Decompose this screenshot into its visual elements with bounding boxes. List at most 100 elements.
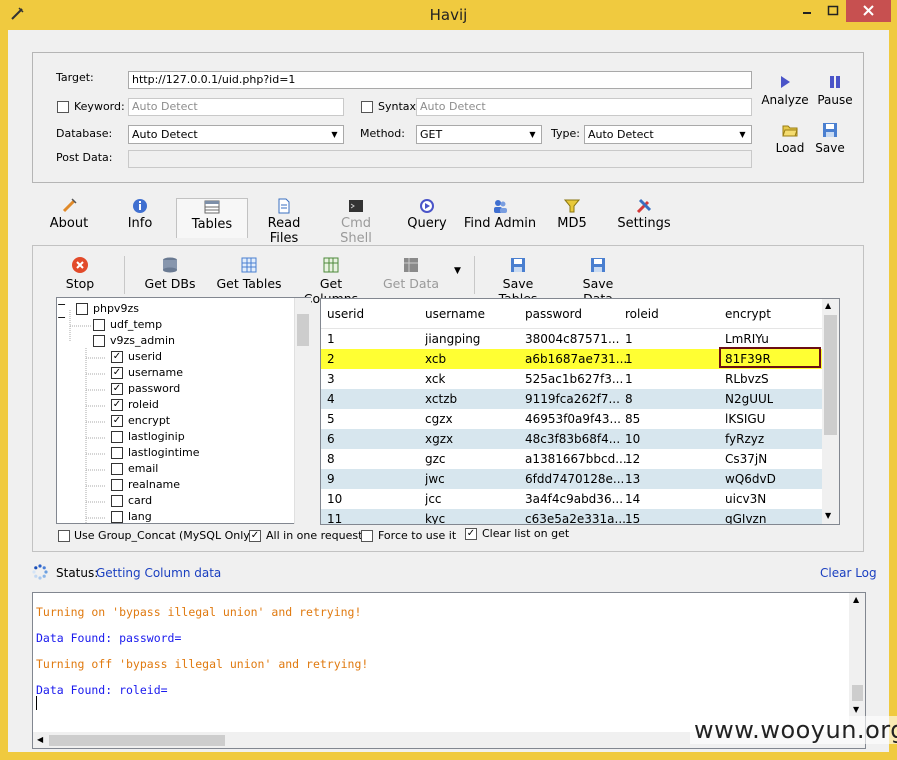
- database-select[interactable]: Auto Detect ▼: [128, 125, 344, 144]
- close-button[interactable]: [846, 0, 891, 22]
- table-cell[interactable]: a6b1687ae731...: [525, 352, 627, 366]
- table-cell[interactable]: 10: [625, 432, 640, 446]
- tab-tables[interactable]: Tables: [176, 198, 248, 238]
- table-cell[interactable]: 11: [327, 512, 342, 524]
- column-header[interactable]: userid: [327, 307, 364, 321]
- table-row[interactable]: 11 kyc c63e5a2e331a... 15 qGIvzn: [321, 509, 822, 524]
- tab-read-files[interactable]: Read Files: [252, 198, 316, 246]
- table-row[interactable]: 8 gzc a1381667bbcd... 12 Cs37jN: [321, 449, 822, 469]
- column-header[interactable]: username: [425, 307, 485, 321]
- table-cell[interactable]: 4: [327, 392, 335, 406]
- table-cell[interactable]: 12: [625, 452, 640, 466]
- column-header[interactable]: encrypt: [725, 307, 771, 321]
- column-checkbox[interactable]: ✓: [111, 367, 123, 379]
- table-cell[interactable]: uicv3N: [725, 492, 766, 506]
- table-row[interactable]: 4 xctzb 9119fca262f7... 8 N2gUUL: [321, 389, 822, 409]
- table-cell[interactable]: 3: [327, 372, 335, 386]
- table-cell[interactable]: 9: [327, 472, 335, 486]
- table-row[interactable]: 6 xgzx 48c3f83b68f4... 10 fyRzyz: [321, 429, 822, 449]
- table-cell[interactable]: Cs37jN: [725, 452, 767, 466]
- table-checkbox[interactable]: [93, 335, 105, 347]
- column-checkbox[interactable]: ✓: [111, 383, 123, 395]
- pause-button[interactable]: Pause: [814, 74, 856, 107]
- force-checkbox[interactable]: [361, 530, 373, 542]
- keyword-checkbox[interactable]: [57, 101, 69, 113]
- table-row[interactable]: 1 jiangping 38004c87571... 1 LmRIYu: [321, 329, 822, 349]
- get-tables-button[interactable]: Get Tables: [216, 256, 282, 291]
- table-cell[interactable]: xgzx: [425, 432, 453, 446]
- table-cell[interactable]: a1381667bbcd...: [525, 452, 627, 466]
- table-cell[interactable]: cgzx: [425, 412, 453, 426]
- table-cell[interactable]: 6: [327, 432, 335, 446]
- table-cell[interactable]: 1: [625, 372, 633, 386]
- table-cell[interactable]: xctzb: [425, 392, 457, 406]
- table-cell[interactable]: 85: [625, 412, 640, 426]
- column-checkbox[interactable]: [111, 479, 123, 491]
- scrollbar-thumb[interactable]: [852, 685, 863, 701]
- save-config-button[interactable]: Save: [812, 122, 848, 155]
- get-dbs-button[interactable]: Get DBs: [142, 256, 198, 291]
- stop-button[interactable]: Stop: [60, 256, 100, 291]
- table-cell[interactable]: c63e5a2e331a...: [525, 512, 626, 524]
- table-cell[interactable]: xck: [425, 372, 445, 386]
- table-row[interactable]: 5 cgzx 46953f0a9f43... 85 lKSIGU: [321, 409, 822, 429]
- table-cell[interactable]: 10: [327, 492, 342, 506]
- table-cell[interactable]: 8: [327, 452, 335, 466]
- table-row[interactable]: 9 jwc 6fdd7470128e... 13 wQ6dvD: [321, 469, 822, 489]
- table-row[interactable]: 10 jcc 3a4f4c9abd36... 14 uicv3N: [321, 489, 822, 509]
- table-cell[interactable]: 48c3f83b68f4...: [525, 432, 620, 446]
- tab-settings[interactable]: Settings: [612, 198, 676, 238]
- db-checkbox[interactable]: [76, 303, 88, 315]
- table-cell[interactable]: qGIvzn: [725, 512, 766, 524]
- table-cell[interactable]: 1: [625, 332, 633, 346]
- get-data-dropdown-arrow[interactable]: ▼: [454, 266, 461, 276]
- scroll-up-icon[interactable]: ▲: [825, 301, 831, 310]
- column-checkbox[interactable]: [111, 511, 123, 523]
- scroll-down-icon[interactable]: ▼: [853, 705, 859, 714]
- table-row[interactable]: 3 xck 525ac1b627f3... 1 RLbvzS: [321, 369, 822, 389]
- tab-find-admin[interactable]: Find Admin: [462, 198, 538, 238]
- clear-list-checkbox[interactable]: ✓: [465, 528, 477, 540]
- load-button[interactable]: Load: [772, 122, 808, 155]
- target-input[interactable]: http://127.0.0.1/uid.php?id=1: [128, 71, 752, 89]
- get-data-button[interactable]: Get Data: [382, 256, 440, 291]
- table-cell[interactable]: 5: [327, 412, 335, 426]
- table-cell[interactable]: fyRzyz: [725, 432, 764, 446]
- minimize-button[interactable]: [794, 0, 820, 22]
- data-grid[interactable]: userid username password roleid encrypt …: [320, 298, 840, 525]
- title-bar[interactable]: Havij: [0, 0, 897, 30]
- table-cell[interactable]: lKSIGU: [725, 412, 765, 426]
- grid-scrollbar[interactable]: ▲ ▼: [822, 299, 839, 524]
- scrollbar-thumb[interactable]: [49, 735, 225, 746]
- keyword-input[interactable]: Auto Detect: [128, 98, 344, 116]
- table-cell[interactable]: 14: [625, 492, 640, 506]
- table-cell[interactable]: jiangping: [425, 332, 480, 346]
- table-cell[interactable]: 3a4f4c9abd36...: [525, 492, 623, 506]
- tab-md5[interactable]: MD5: [550, 198, 594, 238]
- table-cell[interactable]: 38004c87571...: [525, 332, 619, 346]
- table-cell[interactable]: jwc: [425, 472, 445, 486]
- column-checkbox[interactable]: [111, 431, 123, 443]
- column-checkbox[interactable]: [111, 463, 123, 475]
- table-cell[interactable]: 15: [625, 512, 640, 524]
- tab-about[interactable]: About: [44, 198, 94, 238]
- tree-scrollbar[interactable]: [294, 298, 311, 524]
- table-cell[interactable]: xcb: [425, 352, 446, 366]
- maximize-button[interactable]: [820, 0, 846, 22]
- column-checkbox[interactable]: ✓: [111, 351, 123, 363]
- post-data-input[interactable]: [128, 150, 752, 168]
- syntax-input[interactable]: Auto Detect: [416, 98, 752, 116]
- table-cell[interactable]: wQ6dvD: [725, 472, 776, 486]
- scroll-down-icon[interactable]: ▼: [825, 511, 831, 520]
- tab-cmd-shell[interactable]: Cmd Shell: [324, 198, 388, 246]
- all-in-one-checkbox[interactable]: ✓: [249, 530, 261, 542]
- column-checkbox[interactable]: [111, 495, 123, 507]
- tab-info[interactable]: Info: [118, 198, 162, 238]
- table-cell[interactable]: LmRIYu: [725, 332, 769, 346]
- type-select[interactable]: Auto Detect ▼: [584, 125, 752, 144]
- method-select[interactable]: GET ▼: [416, 125, 542, 144]
- syntax-checkbox[interactable]: [361, 101, 373, 113]
- table-cell[interactable]: 6fdd7470128e...: [525, 472, 624, 486]
- column-header[interactable]: password: [525, 307, 582, 321]
- table-checkbox[interactable]: [93, 319, 105, 331]
